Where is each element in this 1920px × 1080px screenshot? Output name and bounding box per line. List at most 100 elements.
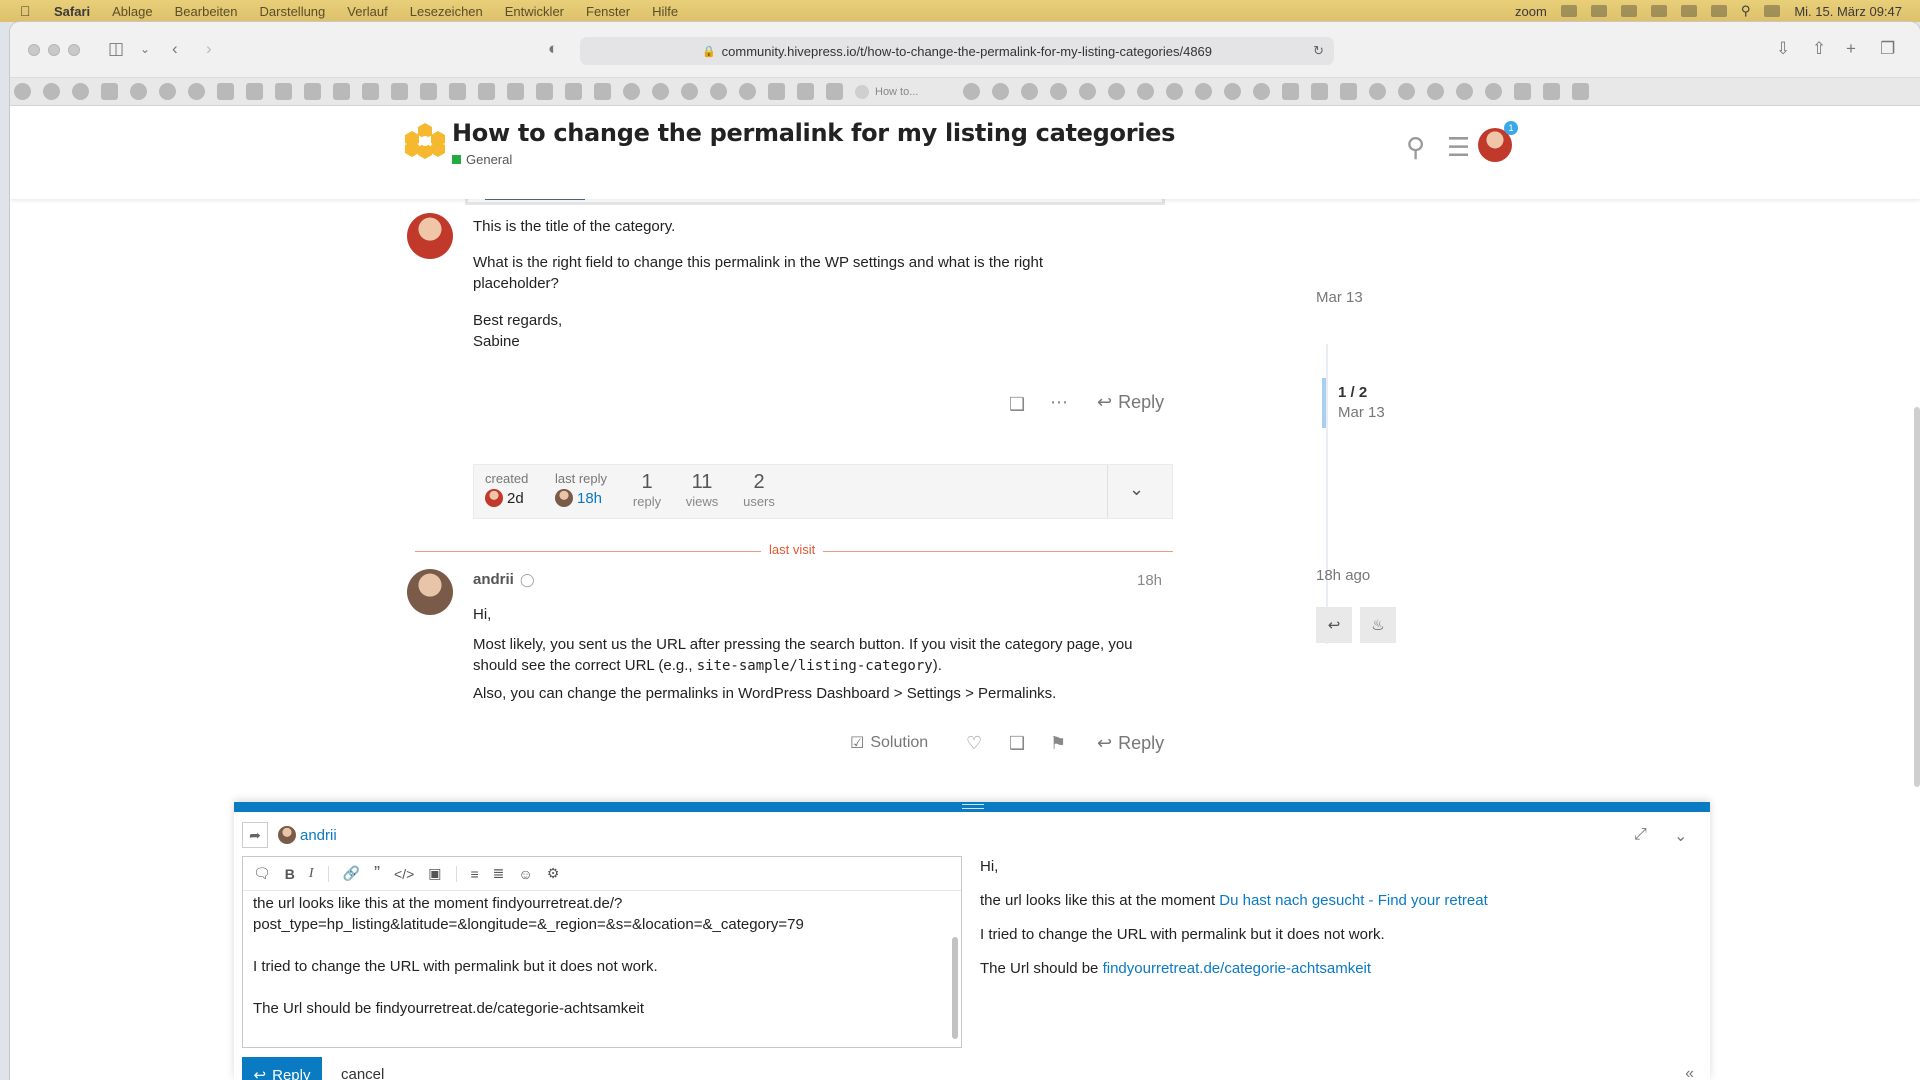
image-icon[interactable]: ▣ bbox=[428, 865, 441, 882]
favorite-icon[interactable] bbox=[536, 83, 553, 100]
tab-overview-icon[interactable]: ❐ bbox=[1880, 39, 1895, 59]
like-icon[interactable]: ♡ bbox=[966, 733, 982, 754]
favorite-icon[interactable] bbox=[1311, 83, 1328, 100]
favorite-icon[interactable] bbox=[1398, 83, 1415, 100]
favorite-icon[interactable] bbox=[623, 83, 640, 100]
zoom-window-button[interactable] bbox=[68, 44, 80, 56]
reply-button[interactable]: ↩ Reply bbox=[1097, 733, 1164, 754]
favorite-icon[interactable] bbox=[1543, 83, 1560, 100]
favorite-icon[interactable] bbox=[333, 83, 350, 100]
privacy-shield-icon[interactable]: ◐ bbox=[548, 39, 558, 59]
sidebar-toggle-icon[interactable]: ◫ bbox=[108, 39, 124, 59]
post-date[interactable]: 18h bbox=[1137, 572, 1162, 589]
favorite-icon[interactable] bbox=[963, 83, 980, 100]
bullet-list-icon[interactable]: ≡ bbox=[471, 866, 479, 882]
emoji-icon[interactable]: ☺ bbox=[518, 866, 532, 882]
hamburger-menu-icon[interactable]: ☰ bbox=[1447, 132, 1470, 163]
wifi-icon[interactable] bbox=[1710, 5, 1727, 17]
editor-scrollbar[interactable] bbox=[952, 937, 958, 1039]
favorite-icon[interactable] bbox=[1079, 83, 1096, 100]
timeline-reply-button[interactable]: ↩ bbox=[1316, 607, 1352, 643]
timeline-start-date[interactable]: Mar 13 bbox=[1316, 289, 1363, 306]
favorite-icon[interactable] bbox=[1427, 83, 1444, 100]
downloads-icon[interactable]: ⇩ bbox=[1776, 39, 1790, 59]
favorite-icon[interactable] bbox=[1456, 83, 1473, 100]
post-author-avatar[interactable] bbox=[407, 569, 453, 615]
favorite-icon[interactable] bbox=[1108, 83, 1125, 100]
quote-bubble-icon[interactable]: 🗨 bbox=[253, 865, 271, 882]
favorite-icon[interactable] bbox=[1485, 83, 1502, 100]
composer-textarea[interactable]: the url looks like this at the moment fi… bbox=[253, 893, 933, 1019]
favorite-icon[interactable] bbox=[449, 83, 466, 100]
tray-icon[interactable] bbox=[1620, 5, 1637, 17]
expand-icon[interactable]: ⤢ bbox=[1634, 826, 1647, 844]
notification-badge[interactable]: 1 bbox=[1504, 121, 1518, 135]
favorite-icon[interactable] bbox=[72, 83, 89, 100]
favorite-icon[interactable] bbox=[1340, 83, 1357, 100]
bluetooth-icon[interactable] bbox=[1650, 5, 1667, 17]
favorite-icon[interactable] bbox=[246, 83, 263, 100]
battery-icon[interactable] bbox=[1680, 5, 1697, 17]
favorite-icon[interactable] bbox=[739, 83, 756, 100]
favorite-icon[interactable] bbox=[681, 83, 698, 100]
blockquote-icon[interactable]: ” bbox=[374, 863, 380, 884]
topic-title[interactable]: How to change the permalink for my listi… bbox=[452, 119, 1175, 147]
favorite-icon[interactable] bbox=[101, 83, 118, 100]
favorite-icon[interactable] bbox=[1166, 83, 1183, 100]
submit-reply-button[interactable]: ↩ Reply bbox=[242, 1057, 322, 1080]
italic-icon[interactable]: I bbox=[309, 866, 314, 882]
favorite-icon[interactable] bbox=[652, 83, 669, 100]
solution-button[interactable]: ☑ Solution bbox=[850, 733, 928, 753]
composer-action-button[interactable]: ➦ bbox=[242, 822, 268, 848]
favorite-icon[interactable] bbox=[420, 83, 437, 100]
favorite-icon[interactable] bbox=[362, 83, 379, 100]
search-icon[interactable]: ⚲ bbox=[1406, 132, 1425, 163]
reply-button[interactable]: ↩ Reply bbox=[1097, 392, 1164, 413]
favorite-icon[interactable] bbox=[797, 83, 814, 100]
collapse-preview-icon[interactable]: « bbox=[1685, 1065, 1694, 1080]
favorite-icon[interactable] bbox=[826, 83, 843, 100]
reload-icon[interactable]: ↻ bbox=[1313, 43, 1324, 59]
apple-menu-icon[interactable]:  bbox=[20, 3, 40, 19]
close-window-button[interactable] bbox=[28, 44, 40, 56]
favorite-icon[interactable] bbox=[1224, 83, 1241, 100]
back-icon[interactable]: ‹ bbox=[172, 39, 178, 59]
favorite-icon[interactable] bbox=[1021, 83, 1038, 100]
menu-item-help[interactable]: Hilfe bbox=[652, 4, 678, 19]
menu-item-view[interactable]: Darstellung bbox=[260, 4, 326, 19]
menu-item-history[interactable]: Verlauf bbox=[347, 4, 387, 19]
favorite-icon[interactable] bbox=[507, 83, 524, 100]
more-options-icon[interactable]: ⋯ bbox=[1050, 392, 1068, 413]
tray-icon[interactable] bbox=[1560, 5, 1577, 17]
page-scrollbar[interactable] bbox=[1914, 407, 1920, 787]
favorite-icon[interactable] bbox=[1253, 83, 1270, 100]
favorites-tab[interactable]: How to... bbox=[855, 84, 951, 99]
chevron-down-icon[interactable]: ⌄ bbox=[1674, 826, 1687, 846]
favorite-icon[interactable] bbox=[130, 83, 147, 100]
cancel-button[interactable]: cancel bbox=[341, 1066, 384, 1080]
favorite-icon[interactable] bbox=[304, 83, 321, 100]
timeline-notifications-button[interactable]: ♨ bbox=[1360, 607, 1396, 643]
preview-link[interactable]: findyourretreat.de/categorie-achtsamkeit bbox=[1103, 960, 1371, 977]
menu-item-bookmarks[interactable]: Lesezeichen bbox=[410, 4, 483, 19]
favorite-icon[interactable] bbox=[159, 83, 176, 100]
menu-item-file[interactable]: Ablage bbox=[112, 4, 152, 19]
minimize-window-button[interactable] bbox=[48, 44, 60, 56]
tray-icon[interactable] bbox=[1590, 5, 1607, 17]
favorite-icon[interactable] bbox=[1137, 83, 1154, 100]
favorite-icon[interactable] bbox=[217, 83, 234, 100]
favorite-icon[interactable] bbox=[992, 83, 1009, 100]
category-badge[interactable]: General bbox=[452, 152, 512, 167]
favorite-icon[interactable] bbox=[565, 83, 582, 100]
favorite-icon[interactable] bbox=[1514, 83, 1531, 100]
preview-link[interactable]: Du hast nach gesucht - Find your retreat bbox=[1219, 892, 1487, 909]
favorite-icon[interactable] bbox=[1282, 83, 1299, 100]
bookmark-icon[interactable]: ❑ bbox=[1009, 394, 1025, 415]
new-tab-icon[interactable]: + bbox=[1846, 39, 1856, 59]
address-bar-url[interactable]: community.hivepress.io/t/how-to-change-t… bbox=[722, 44, 1212, 59]
favorite-icon[interactable] bbox=[1369, 83, 1386, 100]
zoom-tray-label[interactable]: zoom bbox=[1515, 4, 1547, 19]
timeline-end-date[interactable]: 18h ago bbox=[1316, 567, 1370, 584]
favorite-icon[interactable] bbox=[1195, 83, 1212, 100]
address-bar[interactable]: 🔒 community.hivepress.io/t/how-to-change… bbox=[580, 37, 1334, 65]
